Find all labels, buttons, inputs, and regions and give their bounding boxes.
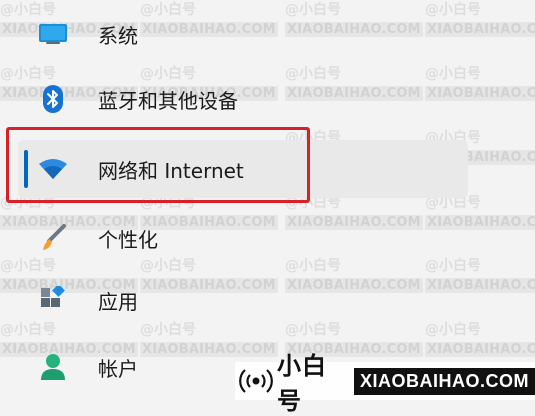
brand-name-cn: 小白号 <box>277 352 327 415</box>
nav-item-bluetooth[interactable]: 蓝牙和其他设备 <box>18 70 468 128</box>
brand-watermark-bar: 小白号 XIAOBAIHAO.COM <box>235 352 535 415</box>
nav-item-system[interactable]: 系统 <box>18 5 468 63</box>
settings-nav-list: 系统 蓝牙和其他设备 网络和 Internet 个性化 应用 帐户 <box>0 0 535 400</box>
account-icon <box>36 350 70 384</box>
nav-item-apps[interactable]: 应用 <box>18 271 468 329</box>
nav-item-label: 应用 <box>98 289 138 314</box>
broadcast-signal-icon <box>239 366 273 396</box>
nav-item-label: 帐户 <box>98 356 138 381</box>
nav-item-label: 蓝牙和其他设备 <box>98 88 238 113</box>
nav-item-label: 系统 <box>98 23 138 48</box>
highlight-annotation-box <box>6 127 310 203</box>
system-display-icon <box>36 17 70 51</box>
brand-name-en: XIAOBAIHAO.COM <box>354 367 535 395</box>
bluetooth-icon <box>36 82 70 116</box>
paint-brush-icon <box>36 221 70 255</box>
apps-icon <box>36 283 70 317</box>
nav-item-label: 个性化 <box>98 227 158 252</box>
nav-item-personalization[interactable]: 个性化 <box>18 209 468 267</box>
